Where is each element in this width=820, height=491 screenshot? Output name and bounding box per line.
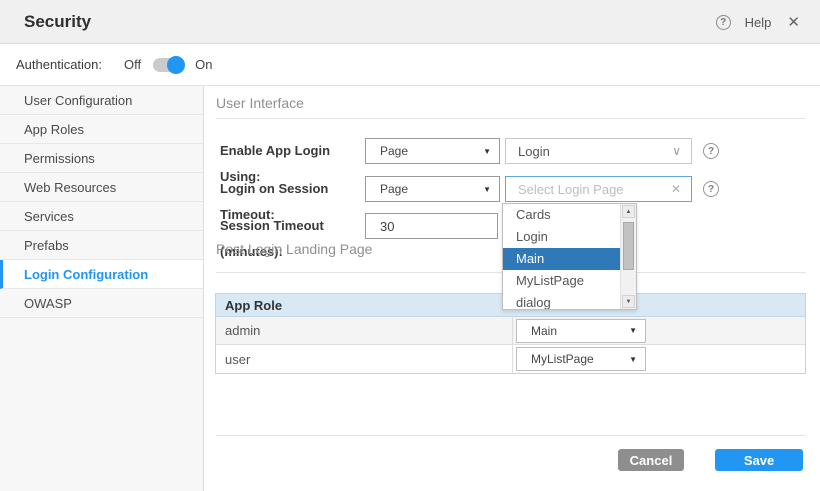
admin-landing-page-value: Main <box>531 324 557 338</box>
toggle-knob <box>167 56 185 74</box>
section-title-post-login: Post Login Landing Page <box>216 241 372 257</box>
sidebar-item-user-configuration[interactable]: User Configuration <box>0 86 203 115</box>
footer-divider <box>216 435 806 436</box>
scroll-down-icon[interactable]: ▼ <box>622 295 635 308</box>
dropdown-option-login[interactable]: Login <box>503 226 622 248</box>
authentication-toggle[interactable] <box>153 58 183 72</box>
dropdown-option-dialog[interactable]: dialog <box>503 292 622 310</box>
section-divider <box>216 118 806 119</box>
session-timeout-help-icon[interactable]: ? <box>703 181 719 197</box>
cancel-button[interactable]: Cancel <box>618 449 684 471</box>
toggle-on-label: On <box>195 57 212 72</box>
user-landing-page-value: MyListPage <box>531 352 594 366</box>
enable-app-login-page-select[interactable]: Login ∨ <box>505 138 692 164</box>
sidebar-item-prefabs[interactable]: Prefabs <box>0 231 203 260</box>
role-cell: admin <box>216 317 513 344</box>
dropdown-option-cards[interactable]: Cards <box>503 204 622 226</box>
table-row-user: user MyListPage ▼ <box>216 345 805 373</box>
session-timeout-type-value: Page <box>380 182 408 196</box>
user-landing-page-select[interactable]: MyListPage ▼ <box>516 347 646 371</box>
sidebar-item-services[interactable]: Services <box>0 202 203 231</box>
sidebar: User Configuration App Roles Permissions… <box>0 86 204 491</box>
save-button[interactable]: Save <box>715 449 803 471</box>
role-cell: user <box>216 345 513 373</box>
enable-app-login-type-select[interactable]: Page ▼ <box>365 138 500 164</box>
help-icon[interactable]: ? <box>716 15 731 30</box>
sidebar-item-app-roles[interactable]: App Roles <box>0 115 203 144</box>
scroll-up-icon[interactable]: ▲ <box>622 205 635 218</box>
dropdown-scrollbar[interactable]: ▲ ▼ <box>620 204 636 309</box>
sidebar-item-permissions[interactable]: Permissions <box>0 144 203 173</box>
dropdown-arrow-icon: ▼ <box>629 355 637 364</box>
dropdown-arrow-icon: ▼ <box>483 147 491 156</box>
main-panel: User Interface Enable App Login Using: P… <box>204 86 820 491</box>
session-timeout-page-select[interactable]: Select Login Page ✕ <box>505 176 692 202</box>
session-timeout-minutes-input[interactable] <box>365 213 498 239</box>
session-timeout-minutes-label: Session Timeout (minutes): <box>220 213 370 265</box>
dialog-header: Security ? Help ✕ <box>0 0 820 44</box>
authentication-bar: Authentication: Off On <box>0 44 820 86</box>
landing-page-cell: Main ▼ <box>513 319 805 343</box>
enable-app-login-page-value: Login <box>518 144 550 159</box>
sidebar-item-web-resources[interactable]: Web Resources <box>0 173 203 202</box>
sidebar-item-login-configuration[interactable]: Login Configuration <box>0 260 203 289</box>
header-actions: ? Help ✕ <box>716 0 802 44</box>
dropdown-option-main[interactable]: Main <box>503 248 622 270</box>
help-button[interactable]: Help <box>745 15 772 30</box>
admin-landing-page-select[interactable]: Main ▼ <box>516 319 646 343</box>
close-icon[interactable]: ✕ <box>785 13 802 31</box>
sidebar-item-owasp[interactable]: OWASP <box>0 289 203 318</box>
chevron-down-icon: ∨ <box>672 144 681 158</box>
section-title-user-interface: User Interface <box>216 95 304 111</box>
dropdown-option-mylistpage[interactable]: MyListPage <box>503 270 622 292</box>
clear-icon[interactable]: ✕ <box>671 182 681 196</box>
session-timeout-type-select[interactable]: Page ▼ <box>365 176 500 202</box>
enable-app-login-help-icon[interactable]: ? <box>703 143 719 159</box>
page-title: Security <box>24 12 91 32</box>
toggle-off-label: Off <box>124 57 141 72</box>
login-page-dropdown-list: Cards Login Main MyListPage dialog ▲ ▼ <box>502 203 637 310</box>
dropdown-arrow-icon: ▼ <box>629 326 637 335</box>
table-row-admin: admin Main ▼ <box>216 317 805 345</box>
dropdown-arrow-icon: ▼ <box>483 185 491 194</box>
landing-page-cell: MyListPage ▼ <box>513 347 805 371</box>
authentication-label: Authentication: <box>16 57 102 72</box>
scrollbar-thumb[interactable] <box>623 222 634 270</box>
session-timeout-page-placeholder: Select Login Page <box>518 182 624 197</box>
security-dialog: Security ? Help ✕ Authentication: Off On… <box>0 0 820 491</box>
enable-app-login-type-value: Page <box>380 144 408 158</box>
